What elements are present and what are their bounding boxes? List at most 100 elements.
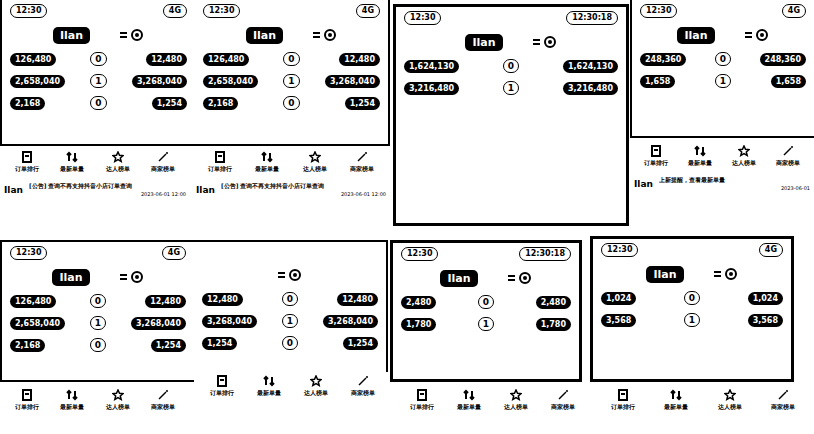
tab-item[interactable]: 最新单量 bbox=[50, 151, 96, 174]
menu-ring-icon[interactable] bbox=[533, 36, 557, 48]
tab-item[interactable]: 最新单量 bbox=[678, 145, 722, 168]
stat-count: 0 bbox=[684, 291, 700, 305]
tab-bar: 订单排行最新单量达人榜单商家榜单 bbox=[4, 151, 186, 174]
notice-bar[interactable]: Ilan[公告] 查询不再支持抖音小店订单查询2023-06-01 12:00 bbox=[196, 182, 386, 197]
tab-item[interactable]: 商家榜单 bbox=[539, 389, 586, 412]
stat-row: 126,480012,480 bbox=[10, 52, 187, 66]
screenshot-panel: 12:304GIlan126,480012,4802,658,04013,268… bbox=[0, 240, 388, 382]
stat-row: 3,56813,568 bbox=[601, 313, 783, 327]
app-screen: 12:304GIlan126,480012,4802,658,04013,268… bbox=[195, 0, 388, 144]
tab-item[interactable]: 商家榜单 bbox=[141, 151, 187, 174]
tab-item[interactable]: 订单排行 bbox=[596, 389, 650, 412]
menu-ring-icon[interactable] bbox=[278, 269, 302, 281]
app-screen: 12:304GIlan248,3600248,3601,65811,658 bbox=[632, 0, 814, 136]
screenshot-panel: 12:304GIlan248,3600248,3601,65811,658 bbox=[630, 0, 814, 138]
stat-value: 12,480 bbox=[202, 293, 243, 306]
tab-item[interactable]: 商家榜单 bbox=[339, 375, 386, 398]
stat-count: 1 bbox=[282, 314, 298, 328]
wand-icon bbox=[557, 389, 569, 401]
stat-value: 3,268,040 bbox=[325, 75, 380, 88]
app-screen: 12:304GIlan126,480012,4802,658,04013,268… bbox=[2, 242, 194, 380]
tab-item[interactable]: 达人榜单 bbox=[492, 389, 539, 412]
stat-count: 0 bbox=[90, 96, 106, 110]
menu-ring-icon[interactable] bbox=[714, 268, 738, 280]
stat-count: 1 bbox=[90, 74, 106, 88]
stat-row: 2,658,04013,268,040 bbox=[10, 74, 187, 88]
wand-icon bbox=[356, 151, 368, 163]
stat-value: 2,168 bbox=[10, 97, 45, 110]
tab-label: 最新单量 bbox=[255, 165, 279, 174]
tab-item[interactable]: 达人榜单 bbox=[292, 375, 339, 398]
tab-item[interactable]: 达人榜单 bbox=[95, 151, 141, 174]
menu-ring-icon[interactable] bbox=[120, 29, 144, 41]
tab-item[interactable]: 最新单量 bbox=[50, 389, 96, 412]
tab-item[interactable]: 订单排行 bbox=[196, 151, 244, 174]
tab-item[interactable]: 商家榜单 bbox=[141, 389, 187, 412]
status-row: 12:304G bbox=[10, 4, 187, 18]
brand-badge: Ilan bbox=[53, 27, 90, 44]
star-icon bbox=[309, 151, 321, 163]
tab-item[interactable]: 订单排行 bbox=[198, 375, 245, 398]
stat-value: 12,480 bbox=[339, 53, 380, 66]
stat-value: 248,360 bbox=[760, 53, 806, 66]
menu-ring-icon[interactable] bbox=[508, 272, 532, 284]
brand-badge: Ilan bbox=[646, 266, 683, 283]
tab-label: 达人榜单 bbox=[718, 403, 742, 412]
tab-item[interactable]: 达人榜单 bbox=[291, 151, 339, 174]
stat-value: 3,568 bbox=[601, 314, 636, 327]
tab-label: 商家榜单 bbox=[151, 403, 175, 412]
screenshot-panel: 12:3012:30:18Ilan2,48002,4801,78011,780 bbox=[390, 240, 582, 382]
stat-row: 1,78011,780 bbox=[401, 317, 571, 331]
bottom-strip: 订单排行最新单量达人榜单商家榜单 Ilan上新提醒，查看最新单量2023-06-0… bbox=[630, 142, 814, 222]
menu-ring-icon[interactable] bbox=[313, 29, 337, 41]
tab-item[interactable]: 最新单量 bbox=[245, 375, 292, 398]
stat-value: 2,658,040 bbox=[10, 75, 65, 88]
tab-item[interactable]: 达人榜单 bbox=[722, 145, 766, 168]
stat-value: 3,268,040 bbox=[323, 315, 378, 328]
stat-row: 2,16801,254 bbox=[203, 96, 380, 110]
tab-item[interactable]: 商家榜单 bbox=[339, 151, 387, 174]
star-icon bbox=[112, 151, 124, 163]
bottom-strip: 订单排行 最新单量 达人榜单商家榜单 Ilan[公告] 查询不再支持抖音小店订单查询2… bbox=[192, 148, 390, 230]
stat-row: 3,216,48013,216,480 bbox=[404, 81, 618, 95]
tab-item[interactable]: 商家榜单 bbox=[766, 145, 810, 168]
app-screen: 12,480012,4803,268,04013,268,0401,25401,… bbox=[194, 242, 386, 380]
brand-row: Ilan bbox=[401, 269, 571, 287]
menu-ring-icon[interactable] bbox=[745, 29, 769, 41]
tab-item[interactable]: 订单排行 bbox=[4, 151, 50, 174]
menu-ring-icon[interactable] bbox=[120, 271, 144, 283]
notice-bar[interactable]: Ilan[公告] 查询不再支持抖音小店订单查询2023-06-01 12:00 bbox=[4, 182, 186, 197]
tab-item[interactable]: 订单排行 bbox=[4, 389, 50, 412]
tab-item[interactable]: 最新单量 bbox=[244, 151, 292, 174]
tab-item[interactable]: 订单排行 bbox=[634, 145, 678, 168]
tab-label: 订单排行 bbox=[208, 165, 232, 174]
tab-item[interactable]: 达人榜单 bbox=[703, 389, 757, 412]
tab-bar: 订单排行最新单量达人榜单商家榜单 bbox=[4, 389, 186, 412]
notice-text: [公告] 查询不再支持抖音小店订单查询 bbox=[221, 182, 386, 191]
status-pill: 4G bbox=[163, 4, 187, 18]
notice-bar[interactable]: Ilan上新提醒，查看最新单量2023-06-01 bbox=[634, 176, 810, 191]
tab-label: 最新单量 bbox=[457, 403, 481, 412]
status-row: 12:3012:30:18 bbox=[404, 11, 618, 25]
stat-row: 126,480012,480 bbox=[203, 52, 380, 66]
bottom-strip: 订单排行最新单量 达人榜单 商家榜单 bbox=[592, 386, 814, 434]
stat-row: 1,65811,658 bbox=[640, 74, 806, 88]
wand-icon bbox=[357, 375, 369, 387]
stat-value: 2,658,040 bbox=[10, 317, 65, 330]
tab-item[interactable]: 商家榜单 bbox=[757, 389, 811, 412]
collage-canvas: 12:304G Ilan 126,480012,480 2,658,040 1 3,268… bbox=[0, 0, 814, 434]
tab-label: 最新单量 bbox=[664, 403, 688, 412]
app-screen: 12:304GIlan126,480012,4802,658,04013,268… bbox=[2, 0, 195, 144]
order-icon bbox=[21, 389, 33, 401]
stat-value: 1,254 bbox=[152, 97, 187, 110]
brand-row: Ilan bbox=[10, 268, 186, 286]
tab-item[interactable]: 最新单量 bbox=[445, 389, 492, 412]
sort-icon bbox=[463, 389, 475, 401]
stat-row: 2,168 0 1,254 bbox=[10, 96, 187, 110]
order-icon bbox=[214, 151, 226, 163]
tab-item[interactable]: 达人榜单 bbox=[95, 389, 141, 412]
tab-item[interactable]: 最新单量 bbox=[650, 389, 704, 412]
tab-item[interactable]: 订单排行 bbox=[398, 389, 445, 412]
stat-value: 3,216,480 bbox=[404, 82, 459, 95]
wand-icon bbox=[157, 389, 169, 401]
